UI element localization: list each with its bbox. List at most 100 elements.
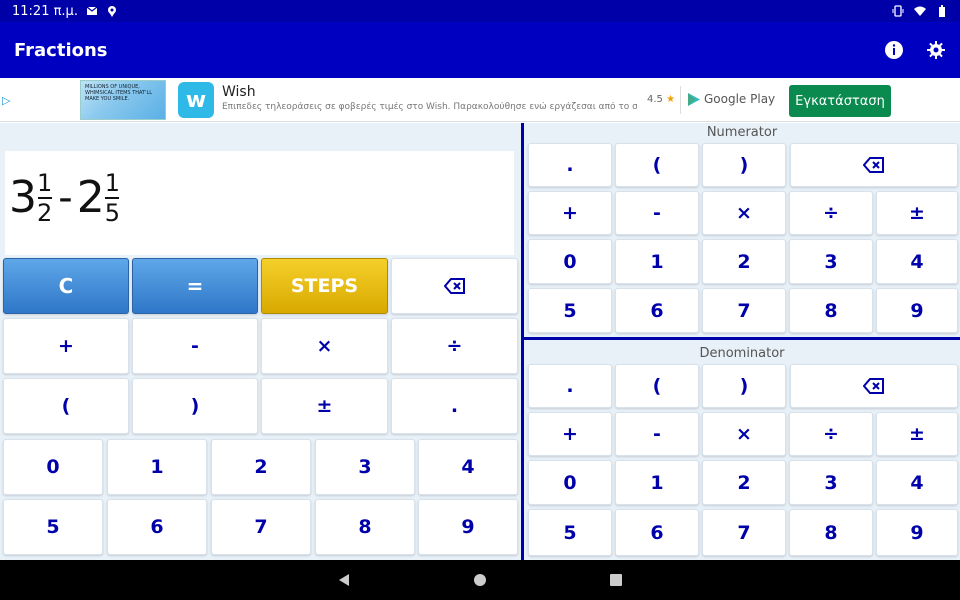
fraction-b-whole: 2 — [76, 172, 105, 223]
denominator-backspace-button[interactable] — [790, 364, 958, 408]
numerator-digit-6-button[interactable]: 6 — [615, 288, 699, 333]
numerator-digit-3-button[interactable]: 3 — [789, 239, 873, 284]
location-icon — [106, 5, 118, 17]
numerator-backspace-button[interactable] — [790, 143, 958, 187]
digit-8-button[interactable]: 8 — [315, 499, 415, 555]
recents-icon[interactable] — [608, 572, 624, 588]
numerator-minus-button[interactable]: - — [615, 191, 699, 235]
numerator-right-paren-button[interactable]: ) — [702, 143, 786, 187]
battery-icon — [936, 5, 948, 17]
status-time: 11:21 π.μ. — [12, 3, 78, 19]
denominator-digit-9-button[interactable]: 9 — [876, 509, 958, 556]
fraction-a-denominator: 2 — [37, 199, 53, 227]
clear-button[interactable]: C — [3, 258, 129, 314]
star-icon: ★ — [666, 94, 676, 105]
denominator-digit-6-button[interactable]: 6 — [615, 509, 699, 556]
ad-image[interactable]: MILLIONS OF UNIQUE, WHIMSICAL ITEMS THAT… — [80, 80, 166, 120]
expression-display: 3 1 2 - 2 1 5 — [5, 151, 514, 255]
mail-icon — [86, 5, 98, 17]
ad-banner[interactable]: ▷ MILLIONS OF UNIQUE, WHIMSICAL ITEMS TH… — [0, 78, 960, 122]
fraction-b-numerator: 1 — [104, 169, 120, 197]
denominator-multiply-button[interactable]: × — [702, 412, 786, 456]
google-play-badge: Google Play — [688, 92, 775, 106]
digit-2-button[interactable]: 2 — [211, 439, 311, 495]
numerator-digit-0-button[interactable]: 0 — [528, 239, 612, 284]
vibrate-icon — [892, 5, 904, 17]
digit-5-button[interactable]: 5 — [3, 499, 103, 555]
ad-separator — [680, 86, 681, 114]
plus-button[interactable]: + — [3, 318, 129, 374]
digit-4-button[interactable]: 4 — [418, 439, 518, 495]
denominator-left-paren-button[interactable]: ( — [615, 364, 699, 408]
numerator-left-paren-button[interactable]: ( — [615, 143, 699, 187]
home-icon[interactable] — [472, 572, 488, 588]
numerator-decimal-button[interactable]: . — [528, 143, 612, 187]
denominator-digit-4-button[interactable]: 4 — [876, 460, 958, 505]
install-button[interactable]: Εγκατάσταση — [789, 85, 891, 117]
back-icon[interactable] — [336, 572, 352, 588]
numerator-digit-2-button[interactable]: 2 — [702, 239, 786, 284]
operator: - — [58, 175, 73, 221]
right-paren-button[interactable]: ) — [132, 378, 258, 434]
numerator-digit-8-button[interactable]: 8 — [789, 288, 873, 333]
multiply-button[interactable]: × — [261, 318, 388, 374]
backspace-icon — [443, 278, 465, 294]
google-play-icon — [688, 92, 700, 106]
digit-7-button[interactable]: 7 — [211, 499, 311, 555]
digit-3-button[interactable]: 3 — [315, 439, 415, 495]
denominator-digit-8-button[interactable]: 8 — [789, 509, 873, 556]
denominator-digit-5-button[interactable]: 5 — [528, 509, 612, 556]
section-divider — [524, 337, 960, 340]
denominator-label: Denominator — [699, 346, 785, 361]
numerator-multiply-button[interactable]: × — [702, 191, 786, 235]
fraction-a-whole: 3 — [9, 172, 37, 223]
info-icon[interactable] — [884, 40, 904, 60]
numerator-digit-4-button[interactable]: 4 — [876, 239, 958, 284]
numerator-divide-button[interactable]: ÷ — [789, 191, 873, 235]
digit-1-button[interactable]: 1 — [107, 439, 207, 495]
denominator-digit-7-button[interactable]: 7 — [702, 509, 786, 556]
numerator-plus-button[interactable]: + — [528, 191, 612, 235]
backspace-icon — [863, 157, 884, 173]
left-paren-button[interactable]: ( — [3, 378, 129, 434]
denominator-plus-minus-button[interactable]: ± — [876, 412, 958, 456]
ad-rating-value: 4.5 — [647, 94, 663, 105]
app-title: Fractions — [14, 39, 108, 61]
numerator-digit-9-button[interactable]: 9 — [876, 288, 958, 333]
denominator-minus-button[interactable]: - — [615, 412, 699, 456]
wish-logo-icon: w — [178, 82, 214, 118]
expression: 3 1 2 - 2 1 5 — [9, 171, 122, 225]
minus-button[interactable]: - — [132, 318, 258, 374]
plus-minus-button[interactable]: ± — [261, 378, 388, 434]
fraction-b-denominator: 5 — [104, 199, 120, 227]
digit-6-button[interactable]: 6 — [107, 499, 207, 555]
digit-9-button[interactable]: 9 — [418, 499, 518, 555]
backspace-button[interactable] — [391, 258, 518, 314]
numerator-plus-minus-button[interactable]: ± — [876, 191, 958, 235]
gear-icon[interactable] — [926, 40, 946, 60]
denominator-digit-3-button[interactable]: 3 — [789, 460, 873, 505]
fraction-b: 1 5 — [105, 171, 120, 225]
numerator-digit-5-button[interactable]: 5 — [528, 288, 612, 333]
numerator-label: Numerator — [706, 125, 778, 140]
numerator-digit-1-button[interactable]: 1 — [615, 239, 699, 284]
navigation-bar — [0, 560, 960, 600]
denominator-digit-0-button[interactable]: 0 — [528, 460, 612, 505]
numerator-digit-7-button[interactable]: 7 — [702, 288, 786, 333]
digit-0-button[interactable]: 0 — [3, 439, 103, 495]
denominator-digit-1-button[interactable]: 1 — [615, 460, 699, 505]
status-bar: 11:21 π.μ. — [0, 0, 960, 22]
denominator-plus-button[interactable]: + — [528, 412, 612, 456]
equals-button[interactable]: = — [132, 258, 258, 314]
decimal-button[interactable]: . — [391, 378, 518, 434]
app-bar: Fractions — [0, 22, 960, 78]
denominator-decimal-button[interactable]: . — [528, 364, 612, 408]
denominator-digit-2-button[interactable]: 2 — [702, 460, 786, 505]
denominator-divide-button[interactable]: ÷ — [789, 412, 873, 456]
divide-button[interactable]: ÷ — [391, 318, 518, 374]
steps-button[interactable]: STEPS — [261, 258, 388, 314]
denominator-right-paren-button[interactable]: ) — [702, 364, 786, 408]
adchoices-icon[interactable]: ▷ — [2, 94, 10, 107]
backspace-icon — [863, 378, 884, 394]
ad-image-text: MILLIONS OF UNIQUE, WHIMSICAL ITEMS THAT… — [85, 84, 153, 102]
